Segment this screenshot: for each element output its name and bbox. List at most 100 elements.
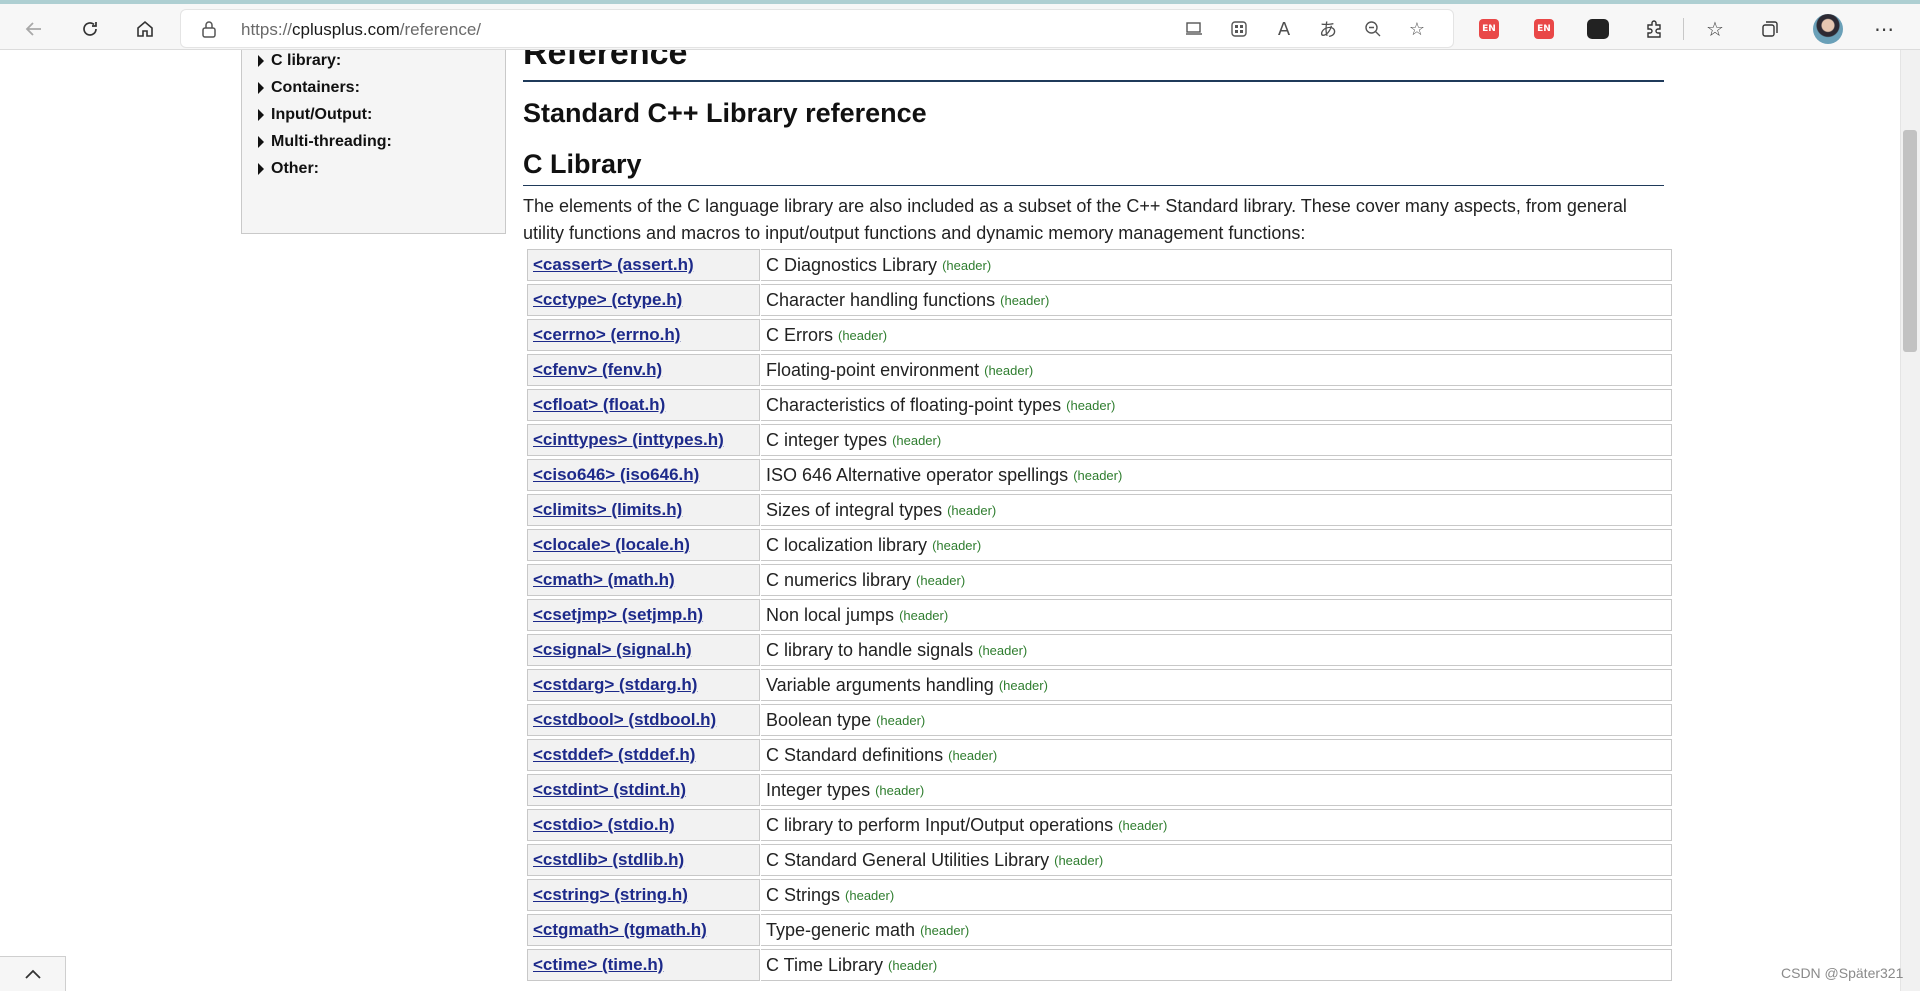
library-link[interactable]: <cmath> (math.h) [533,570,675,590]
apps-grid-icon[interactable] [1224,14,1254,44]
library-link[interactable]: <cctype> (ctype.h) [533,290,682,310]
library-description-cell: C localization library (header) [761,529,1672,561]
expand-triangle-icon[interactable] [258,136,264,148]
refresh-icon[interactable] [74,13,106,45]
sidebar-item-containers[interactable]: Containers: [258,79,360,97]
section-divider [523,185,1664,186]
library-link[interactable]: <csetjmp> (setjmp.h) [533,605,703,625]
library-link[interactable]: <cinttypes> (inttypes.h) [533,430,724,450]
library-description: Type-generic math [766,919,916,940]
library-link[interactable]: <csignal> (signal.h) [533,640,692,660]
library-link[interactable]: <ciso646> (iso646.h) [533,465,699,485]
library-name-cell: <csignal> (signal.h) [527,634,760,666]
back-arrow-icon[interactable] [18,13,50,45]
favorite-add-icon[interactable]: ☆ [1402,14,1432,44]
address-bar[interactable]: https://cplusplus.com/reference/ A あ ☆ [180,9,1454,48]
library-description-cell: Sizes of integral types (header) [761,494,1672,526]
library-description: Integer types [766,779,871,800]
library-link[interactable]: <climits> (limits.h) [533,500,682,520]
header-tag: (header) [1000,292,1050,308]
library-description-cell: ISO 646 Alternative operator spellings (h… [761,459,1672,491]
scrollbar-thumb[interactable] [1903,130,1917,352]
sidebar-item-multi-threading[interactable]: Multi-threading: [258,133,392,151]
section-heading-standard-library: Standard C++ Library reference [523,98,927,128]
header-tag: (header) [998,677,1048,693]
expand-triangle-icon[interactable] [258,55,264,67]
extensions-puzzle-icon[interactable] [1638,13,1670,45]
library-link[interactable]: <cstdint> (stdint.h) [533,780,686,800]
table-row: <climits> (limits.h) Sizes of integral ty… [527,494,1672,526]
library-link[interactable]: <cstdio> (stdio.h) [533,815,675,835]
library-link[interactable]: <cstddef> (stddef.h) [533,745,695,765]
table-row: <cstdlib> (stdlib.h) C Standard General U… [527,844,1672,876]
library-link[interactable]: <cstdbool> (stdbool.h) [533,710,716,730]
library-description: Floating-point environment [766,359,980,380]
library-name-cell: <cstdbool> (stdbool.h) [527,704,760,736]
library-name-cell: <cctype> (ctype.h) [527,284,760,316]
library-description: C Time Library [766,954,884,975]
back-to-top-button[interactable] [0,956,66,991]
header-tag: (header) [838,327,888,343]
lock-icon[interactable] [201,20,217,43]
expand-triangle-icon[interactable] [258,163,264,175]
profile-avatar[interactable] [1812,13,1844,45]
library-link[interactable]: <cerrno> (errno.h) [533,325,680,345]
library-description: Boolean type [766,709,872,730]
library-description: Sizes of integral types [766,499,943,520]
home-icon[interactable] [129,13,161,45]
library-link[interactable]: <cfloat> (float.h) [533,395,665,415]
library-name-cell: <csetjmp> (setjmp.h) [527,599,760,631]
expand-triangle-icon[interactable] [258,109,264,121]
intro-paragraph: The elements of the C language library a… [523,196,1627,243]
library-description-cell: Variable arguments handling (header) [761,669,1672,701]
library-link[interactable]: <cfenv> (fenv.h) [533,360,662,380]
translate-icon[interactable]: あ [1313,14,1343,44]
url-text[interactable]: https://cplusplus.com/reference/ [241,20,481,40]
chevron-up-icon [24,969,41,979]
collections-icon[interactable] [1754,13,1786,45]
sidebar-item-other[interactable]: Other: [258,160,319,178]
header-tag: (header) [899,607,949,623]
favorites-icon[interactable]: ☆ [1699,13,1731,45]
table-row: <csetjmp> (setjmp.h) Non local jumps (head… [527,599,1672,631]
sidebar-nav: C library: Containers: Input/Output: Mul… [241,50,506,234]
library-name-cell: <cstdint> (stdint.h) [527,774,760,806]
read-aloud-icon[interactable]: A [1269,14,1299,44]
header-tag: (header) [875,782,925,798]
library-link[interactable]: <cstdlib> (stdlib.h) [533,850,684,870]
sidebar-item-c-library[interactable]: C library: [258,52,341,70]
section-heading-c-library: C Library [523,149,642,179]
library-description-cell: Non local jumps (header) [761,599,1672,631]
library-description-cell: C Strings (header) [761,879,1672,911]
library-link[interactable]: <cstdarg> (stdarg.h) [533,675,697,695]
library-name-cell: <ctgmath> (tgmath.h) [527,914,760,946]
sidebar-item-label: C library: [271,52,342,69]
library-name-cell: <cmath> (math.h) [527,564,760,596]
library-description-cell: Characteristics of floating-point types(… [761,389,1672,421]
library-name-cell: <ciso646> (iso646.h) [527,459,760,491]
zoom-out-icon[interactable] [1358,14,1388,44]
library-link[interactable]: <ctgmath> (tgmath.h) [533,920,707,940]
library-description: Variable arguments handling [766,674,994,695]
library-name-cell: <cfloat> (float.h) [527,389,760,421]
extension-red-icon[interactable]: EN [1473,13,1505,45]
table-row: <cerrno> (errno.h) C Errors (header) [527,319,1672,351]
library-description-cell: C library to handle signals (header) [761,634,1672,666]
library-name-cell: <cfenv> (fenv.h) [527,354,760,386]
library-link[interactable]: <ctime> (time.h) [533,955,663,975]
device-icon[interactable] [1180,14,1210,44]
sidebar-item-input-output[interactable]: Input/Output: [258,106,372,124]
library-link[interactable]: <cassert> (assert.h) [533,255,694,275]
library-link[interactable]: <clocale> (locale.h) [533,535,690,555]
table-row: <cinttypes> (inttypes.h) C integer types(… [527,424,1672,456]
library-description: C Errors [766,324,833,345]
expand-triangle-icon[interactable] [258,82,264,94]
more-menu-icon[interactable]: ⋯ [1868,13,1900,45]
table-row: <cstring> (string.h) C Strings (header) [527,879,1672,911]
sidebar-item-label: Input/Output: [271,106,373,123]
library-link[interactable]: <cstring> (string.h) [533,885,688,905]
web-page: C library: Containers: Input/Output: Mul… [0,50,1900,991]
extension-red-icon-2[interactable]: EN [1528,13,1560,45]
extension-dark-icon[interactable] [1582,13,1614,45]
library-description-cell: Integer types (header) [761,774,1672,806]
